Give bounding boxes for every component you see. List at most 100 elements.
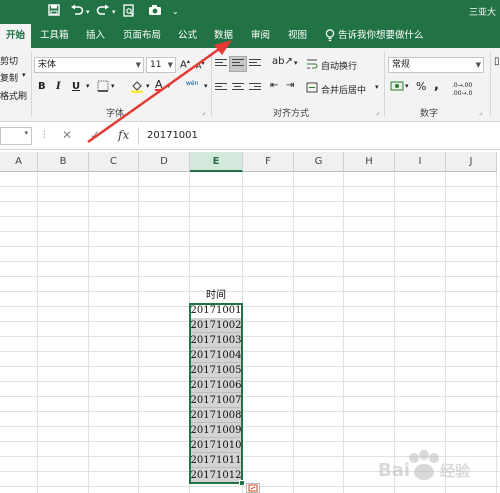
font-color-dropdown-icon[interactable]: ▾ [167,82,171,90]
align-bottom-icon[interactable] [249,59,261,69]
tab-data[interactable]: 数据 [214,24,233,48]
group-divider [31,52,32,116]
decrease-decimal-button[interactable]: .00→.0 [452,90,472,97]
italic-button[interactable]: I [56,81,61,92]
alignment-group-label: 对齐方式 [273,109,310,119]
align-left-icon[interactable] [215,83,227,93]
column-header-e[interactable]: E [190,152,243,172]
customize-qat-icon[interactable]: ⌄ [172,4,179,20]
column-header-f[interactable]: F [243,152,294,172]
group-divider [211,52,212,116]
column-header-h[interactable]: H [344,152,395,172]
chevron-down-icon: ▾ [24,129,28,137]
fill-color-dropdown-icon[interactable]: ▾ [146,82,150,90]
tab-toolbox[interactable]: 工具箱 [40,24,69,48]
increase-decimal-button[interactable]: .0→.00 [452,82,472,89]
undo-dropdown-icon[interactable]: ▾ [86,4,90,20]
bold-button[interactable]: B [38,81,46,92]
quick-analysis-button[interactable] [246,483,260,493]
underline-dropdown-icon[interactable]: ▾ [86,82,90,90]
tab-page-layout[interactable]: 页面布局 [123,24,161,48]
enter-icon[interactable]: ✓ [90,128,100,142]
orientation-dropdown-icon[interactable]: ▾ [294,59,298,67]
column-header-c[interactable]: C [89,152,139,172]
tab-review[interactable]: 审阅 [251,24,270,48]
column-header-g[interactable]: G [294,152,344,172]
column-header-j[interactable]: J [446,152,497,172]
font-color-button[interactable]: A [155,78,163,91]
alignment-dialog-launcher-icon[interactable]: ⌟ [376,108,379,116]
grow-font-button[interactable]: A▴ [180,58,190,70]
more-options-icon[interactable]: ⋮ [40,130,49,140]
redo-icon[interactable] [96,4,110,20]
grow-font-label: A [180,59,187,71]
number-format-select[interactable]: 常规 ▼ [388,57,484,73]
group-divider [384,52,385,116]
tab-formulas[interactable]: 公式 [178,24,197,48]
wrap-text-button[interactable]: 自动换行 [321,59,357,72]
tab-view[interactable]: 视图 [288,24,307,48]
comma-style-button[interactable]: , [434,78,439,93]
tell-me-box[interactable]: 告诉我你想要做什么 [338,24,424,48]
shrink-font-button[interactable]: A▾ [196,60,205,71]
insert-function-button[interactable]: fx [118,128,129,142]
formula-input[interactable]: 20171001 [138,127,500,145]
copy-button[interactable]: 复制 [0,71,18,84]
font-dialog-launcher-icon[interactable]: ⌟ [202,108,205,116]
number-group-label: 数字 [420,109,439,119]
borders-icon[interactable] [97,80,109,95]
align-right-icon[interactable] [249,83,261,93]
font-size-select[interactable]: 11 ▼ [146,57,176,73]
quick-analysis-icon [248,484,258,492]
format-painter-button[interactable]: 格式刷 [0,89,27,102]
redo-dropdown-icon[interactable]: ▾ [112,4,116,20]
increase-indent-icon[interactable]: ⇥ [286,80,294,91]
orientation-icon[interactable]: ab↗ [272,56,293,67]
align-center-icon[interactable] [232,83,244,93]
fill-handle[interactable] [239,480,245,486]
baidu-watermark: Bai 经验 [378,450,471,481]
number-format-value: 常规 [392,60,411,70]
font-group-label: 字体 [106,109,125,119]
tab-insert[interactable]: 插入 [86,24,105,48]
font-size-value: 11 [150,60,162,70]
cancel-icon[interactable]: ✕ [62,128,72,142]
number-dialog-launcher-icon[interactable]: ⌟ [479,108,482,116]
name-box[interactable]: ▾ [0,127,32,145]
merge-center-button[interactable]: 合并后居中 [321,83,366,96]
column-header-d[interactable]: D [139,152,190,172]
merge-center-icon [306,82,318,96]
font-family-select[interactable]: 宋体 ▼ [34,57,144,73]
tab-home[interactable]: 开始 [0,24,32,48]
phonetic-dropdown-icon[interactable]: ▾ [204,82,208,90]
header-cell[interactable]: 时间 [190,288,242,303]
decrease-indent-icon[interactable]: ⇤ [270,80,278,91]
print-preview-icon[interactable] [123,4,135,21]
conditional-format-icon[interactable]: ▯ [494,56,500,67]
underline-button[interactable]: U [72,81,80,92]
cut-button[interactable]: 剪切 [0,54,18,67]
percent-style-button[interactable]: % [416,80,426,93]
save-icon[interactable] [48,4,60,20]
phonetic-guide-button[interactable]: wén [186,80,198,87]
accounting-format-icon[interactable] [390,80,404,95]
window-title: 三亚大 [468,8,496,18]
copy-dropdown-icon[interactable]: ▾ [22,71,26,79]
group-divider [490,52,491,116]
column-header-a[interactable]: A [0,152,38,172]
undo-icon[interactable] [70,4,84,20]
wrap-text-icon [306,58,318,72]
column-header-i[interactable]: I [395,152,446,172]
merge-dropdown-icon[interactable]: ▾ [375,83,379,91]
chevron-down-icon: ▼ [475,61,481,69]
font-family-value: 宋体 [38,60,57,70]
svg-text:Bai: Bai [378,460,410,481]
align-top-icon[interactable] [215,59,227,69]
borders-dropdown-icon[interactable]: ▾ [111,82,115,90]
chevron-down-icon: ▼ [167,61,173,69]
title-bar: ▾ ▾ ⌄ 三亚大 [0,0,500,24]
fill-color-icon[interactable] [130,79,144,96]
accounting-dropdown-icon[interactable]: ▾ [405,82,409,90]
camera-icon[interactable] [148,4,162,20]
column-header-b[interactable]: B [38,152,89,172]
